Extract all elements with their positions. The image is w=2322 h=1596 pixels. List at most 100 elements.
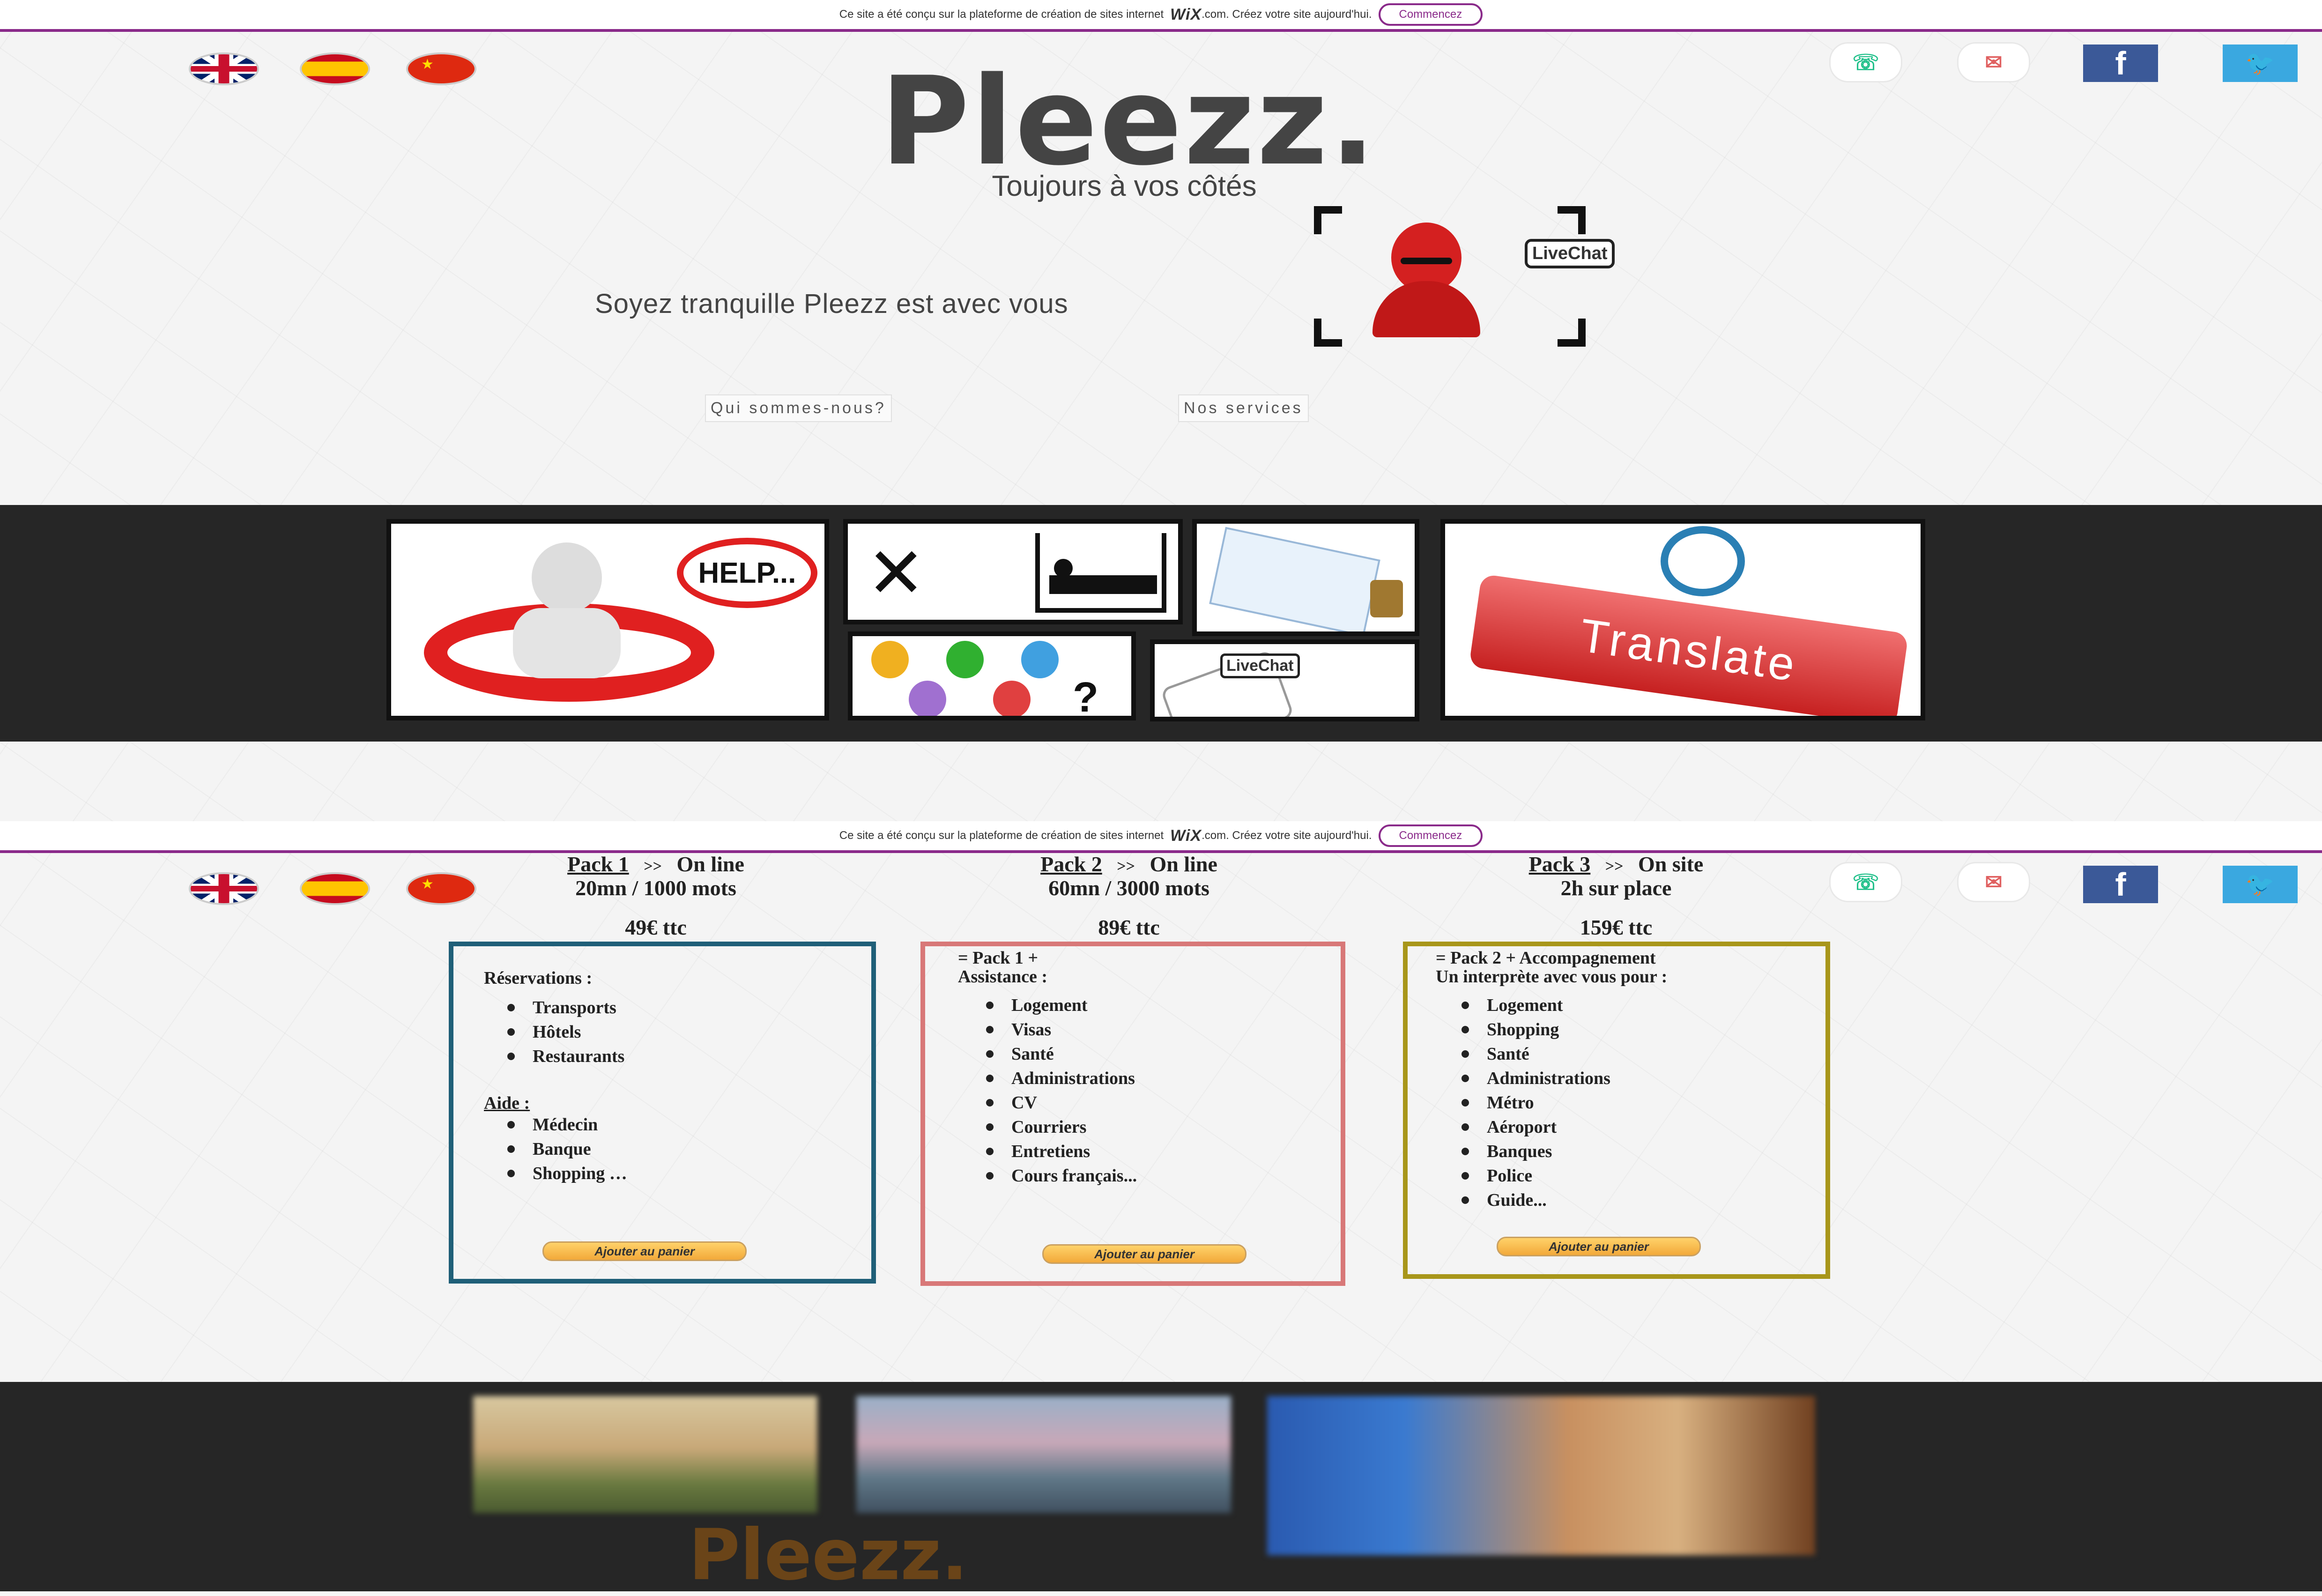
list-item: Santé (986, 1042, 1137, 1066)
list-item: Shopping … (507, 1161, 627, 1186)
list-item: Administrations (1461, 1066, 1610, 1091)
list-item: Shopping (1461, 1017, 1610, 1042)
pack-2-intro-1: = Pack 1 + (958, 948, 1039, 968)
question-mark: ? (1073, 674, 1098, 720)
document-icon (1209, 527, 1380, 631)
subtitle: Soyez tranquille Pleezz est avec vous (595, 289, 1068, 319)
livechat-agent-graphic: LiveChat (1314, 206, 1615, 347)
list-item: Courriers (986, 1115, 1137, 1139)
pack-1-arrow: >> (644, 858, 662, 875)
list-item: Administrations (986, 1066, 1137, 1091)
pack-2-price: 89€ ttc (1098, 915, 1160, 939)
pack-1-section2-title: Aide : (484, 1093, 530, 1113)
mail-icon-2[interactable]: ✉ (1957, 862, 2030, 902)
wix-start-button[interactable]: Commencez (1378, 3, 1483, 26)
list-item: Guide... (1461, 1188, 1610, 1212)
list-item: Police (1461, 1164, 1610, 1188)
twitter-icon[interactable]: 🐦 (2223, 45, 2298, 82)
list-item: Logement (986, 993, 1137, 1017)
pack-2-arrow: >> (1117, 858, 1135, 875)
translate-button-graphic: Translate (1469, 573, 1909, 716)
wix-banner-2: Ce site a été conçu sur la plateforme de… (0, 821, 2322, 853)
list-item: Entretiens (986, 1139, 1137, 1164)
pack-3-add-to-cart-button[interactable]: Ajouter au panier (1497, 1237, 1701, 1256)
uk-flag-icon[interactable] (189, 52, 259, 85)
pack-1-add-to-cart-button[interactable]: Ajouter au panier (542, 1241, 747, 1261)
wix-start-button-2[interactable]: Commencez (1378, 824, 1483, 847)
pack-1-name: Pack 1 (567, 852, 629, 876)
facebook-icon[interactable]: f (2083, 45, 2158, 82)
pack-2-box: = Pack 1 + Assistance : Logement Visas S… (920, 942, 1345, 1286)
list-item: Cours français... (986, 1164, 1137, 1188)
cutlery-icon: ✕ (867, 534, 926, 612)
livechat-bubble: LiveChat (1525, 239, 1615, 268)
mail-icon[interactable]: ✉ (1957, 42, 2030, 82)
site-logo[interactable]: Pleezz. (848, 61, 1410, 183)
wix-logo: WiX (1170, 5, 1202, 23)
phone-icon-2[interactable]: ☏ (1829, 862, 1902, 902)
pack-1-mode: On line (676, 852, 744, 876)
pack-2-add-to-cart-button[interactable]: Ajouter au panier (1042, 1244, 1246, 1264)
list-item: Logement (1461, 993, 1610, 1017)
list-item: Visas (986, 1017, 1137, 1042)
headset-face-icon (1661, 526, 1745, 596)
activities-tile[interactable]: ? (848, 631, 1136, 720)
bed-icon (1035, 533, 1166, 613)
wix-banner-text-after: .com. Créez votre site aujourd'hui. (1202, 8, 1372, 21)
city-photo-skyline (856, 1396, 1231, 1513)
pack-2-detail: 60mn / 3000 mots (1048, 876, 1209, 900)
facebook-icon-2[interactable]: f (2083, 866, 2158, 903)
pack-1-section1-list: Transports Hôtels Restaurants (507, 995, 624, 1069)
pack-3-intro-2: Un interprète avec vous pour : (1436, 967, 1668, 987)
list-item: Métro (1461, 1091, 1610, 1115)
pack-1-section1-title: Réservations : (484, 968, 593, 988)
list-item: CV (986, 1091, 1137, 1115)
tagline: Toujours à vos côtés (992, 170, 1257, 202)
city-photo-street (1267, 1396, 1815, 1555)
nav-about-button[interactable]: Qui sommes-nous? (705, 394, 892, 422)
city-photo-building (473, 1396, 817, 1513)
documents-tile[interactable] (1192, 519, 1419, 636)
pack-1-price: 49€ ttc (625, 915, 687, 939)
list-item: Transports (507, 995, 624, 1020)
pack-2-heading: Pack 2 >> On line 60mn / 3000 mots (965, 854, 1293, 899)
spain-flag-icon-2[interactable] (300, 872, 370, 905)
pack-2-list: Logement Visas Santé Administrations CV … (986, 993, 1137, 1188)
uk-flag-icon-2[interactable] (189, 872, 259, 905)
list-item: Banque (507, 1137, 627, 1161)
list-item: Banques (1461, 1139, 1610, 1164)
pack-2-intro-2: Assistance : (958, 967, 1048, 987)
spain-flag-icon[interactable] (300, 52, 370, 85)
nav-services-button[interactable]: Nos services (1178, 394, 1309, 422)
help-tile[interactable]: HELP... (386, 519, 829, 720)
wix-logo-2: WiX (1170, 826, 1202, 845)
pack-1-section2-list: Médecin Banque Shopping … (507, 1113, 627, 1186)
list-item: Médecin (507, 1113, 627, 1137)
pack-3-mode: On site (1638, 852, 1704, 876)
pack-1-detail: 20mn / 1000 mots (575, 876, 736, 900)
china-flag-icon-2[interactable] (406, 872, 476, 905)
wix-banner-text-before: Ce site a été conçu sur la plateforme de… (839, 8, 1164, 21)
pack-3-arrow: >> (1605, 858, 1624, 875)
footer-logo[interactable]: Pleezz. (689, 1518, 1063, 1593)
pack-3-box: = Pack 2 + Accompagnement Un interprète … (1403, 942, 1830, 1279)
list-item: Restaurants (507, 1044, 624, 1069)
food-lodging-tile[interactable]: ✕ (843, 519, 1183, 624)
livechat-tile-label: LiveChat (1220, 653, 1300, 678)
wix-banner-text-after-2: .com. Créez votre site aujourd'hui. (1202, 829, 1372, 842)
help-sign: HELP... (677, 538, 817, 608)
china-flag-icon[interactable] (406, 52, 476, 85)
pack-1-box: Réservations : Transports Hôtels Restaur… (449, 942, 876, 1284)
wix-banner: Ce site a été conçu sur la plateforme de… (0, 0, 2322, 32)
translate-tile[interactable]: Translate (1440, 519, 1925, 720)
livechat-tile[interactable]: LiveChat (1150, 639, 1419, 721)
phone-icon[interactable]: ☏ (1829, 42, 1902, 82)
wix-banner-text-before-2: Ce site a été conçu sur la plateforme de… (839, 829, 1164, 842)
pack-3-detail: 2h sur place (1560, 876, 1672, 900)
pack-2-name: Pack 2 (1040, 852, 1102, 876)
pack-3-price: 159€ ttc (1580, 915, 1653, 939)
twitter-icon-2[interactable]: 🐦 (2223, 866, 2298, 903)
list-item: Aéroport (1461, 1115, 1610, 1139)
pack-3-heading: Pack 3 >> On site 2h sur place (1452, 854, 1780, 899)
pack-2-mode: On line (1150, 852, 1217, 876)
